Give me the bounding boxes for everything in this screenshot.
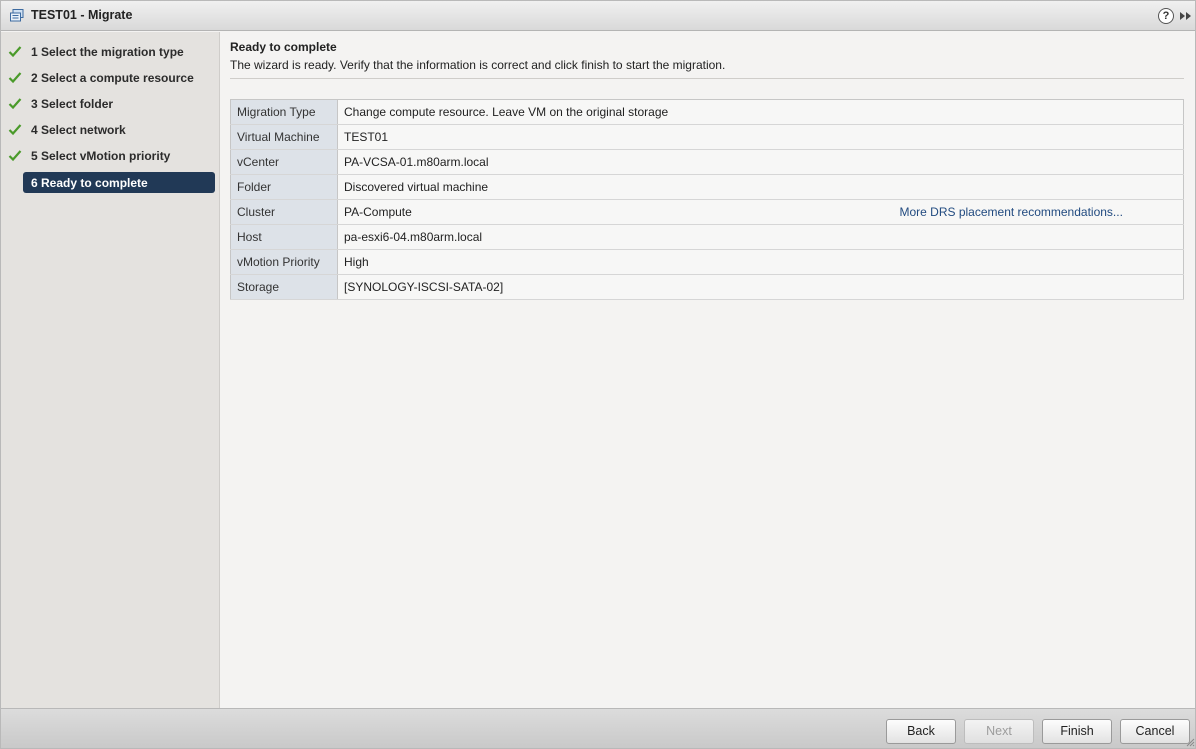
row-value: Change compute resource. Leave VM on the… <box>337 99 1184 125</box>
table-row: Virtual Machine TEST01 <box>230 124 1184 150</box>
window-title: TEST01 - Migrate <box>31 8 133 22</box>
row-value: TEST01 <box>337 124 1184 150</box>
row-key: Migration Type <box>230 99 338 125</box>
step-select-network[interactable]: 4 Select network <box>1 119 220 141</box>
row-key: vMotion Priority <box>230 249 338 275</box>
finish-button[interactable]: Finish <box>1042 719 1112 744</box>
check-icon <box>8 71 22 84</box>
title-bar: TEST01 - Migrate ? <box>1 1 1195 31</box>
table-row: Cluster PA-Compute More DRS placement re… <box>230 199 1184 225</box>
table-row: Folder Discovered virtual machine <box>230 174 1184 200</box>
row-value: pa-esxi6-04.m80arm.local <box>337 224 1184 250</box>
step-label: 4 Select network <box>31 123 126 137</box>
step-label: 3 Select folder <box>31 97 114 111</box>
row-value: PA-Compute <box>337 199 894 225</box>
wizard-steps-sidebar: 1 Select the migration type 2 Select a c… <box>1 32 220 708</box>
row-value: PA-VCSA-01.m80arm.local <box>337 149 1184 175</box>
check-icon <box>8 45 22 58</box>
step-label: 1 Select the migration type <box>31 45 184 59</box>
summary-table: Migration Type Change compute resource. … <box>230 99 1184 300</box>
back-button[interactable]: Back <box>886 719 956 744</box>
check-icon <box>8 97 22 110</box>
row-key: Cluster <box>230 199 338 225</box>
step-label: 5 Select vMotion priority <box>31 149 171 163</box>
divider <box>230 78 1184 79</box>
table-row: Migration Type Change compute resource. … <box>230 99 1184 125</box>
table-row: vCenter PA-VCSA-01.m80arm.local <box>230 149 1184 175</box>
step-select-compute-resource[interactable]: 2 Select a compute resource <box>1 67 220 89</box>
step-label: 2 Select a compute resource <box>31 71 194 85</box>
resize-grip-icon[interactable] <box>1185 736 1195 747</box>
main-panel: Ready to complete The wizard is ready. V… <box>221 32 1195 708</box>
row-key: Storage <box>230 274 338 300</box>
row-value: Discovered virtual machine <box>337 174 1184 200</box>
row-value: [SYNOLOGY-ISCSI-SATA-02] <box>337 274 1184 300</box>
step-ready-to-complete[interactable]: 6 Ready to complete <box>1 172 220 194</box>
row-key: Folder <box>230 174 338 200</box>
step-select-folder[interactable]: 3 Select folder <box>1 93 220 115</box>
table-row: Storage [SYNOLOGY-ISCSI-SATA-02] <box>230 274 1184 300</box>
vm-migrate-icon <box>10 9 24 22</box>
row-value: High <box>337 249 1184 275</box>
check-icon <box>8 149 22 162</box>
step-label: 6 Ready to complete <box>31 176 148 190</box>
check-icon <box>8 123 22 136</box>
table-row: vMotion Priority High <box>230 249 1184 275</box>
drs-recommendations-link[interactable]: More DRS placement recommendations... <box>893 199 1184 225</box>
cancel-button[interactable]: Cancel <box>1120 719 1190 744</box>
step-select-migration-type[interactable]: 1 Select the migration type <box>1 41 220 63</box>
row-key: vCenter <box>230 149 338 175</box>
step-select-vmotion-priority[interactable]: 5 Select vMotion priority <box>1 145 220 167</box>
page-description: The wizard is ready. Verify that the inf… <box>230 58 726 72</box>
page-title: Ready to complete <box>230 40 337 54</box>
row-key: Virtual Machine <box>230 124 338 150</box>
double-chevron-right-icon[interactable] <box>1179 8 1193 24</box>
table-row: Host pa-esxi6-04.m80arm.local <box>230 224 1184 250</box>
help-button[interactable]: ? <box>1158 8 1174 24</box>
wizard-footer: Back Next Finish Cancel <box>1 708 1195 748</box>
row-key: Host <box>230 224 338 250</box>
migrate-wizard-window: TEST01 - Migrate ? 1 Select the migratio… <box>0 0 1196 749</box>
next-button[interactable]: Next <box>964 719 1034 744</box>
